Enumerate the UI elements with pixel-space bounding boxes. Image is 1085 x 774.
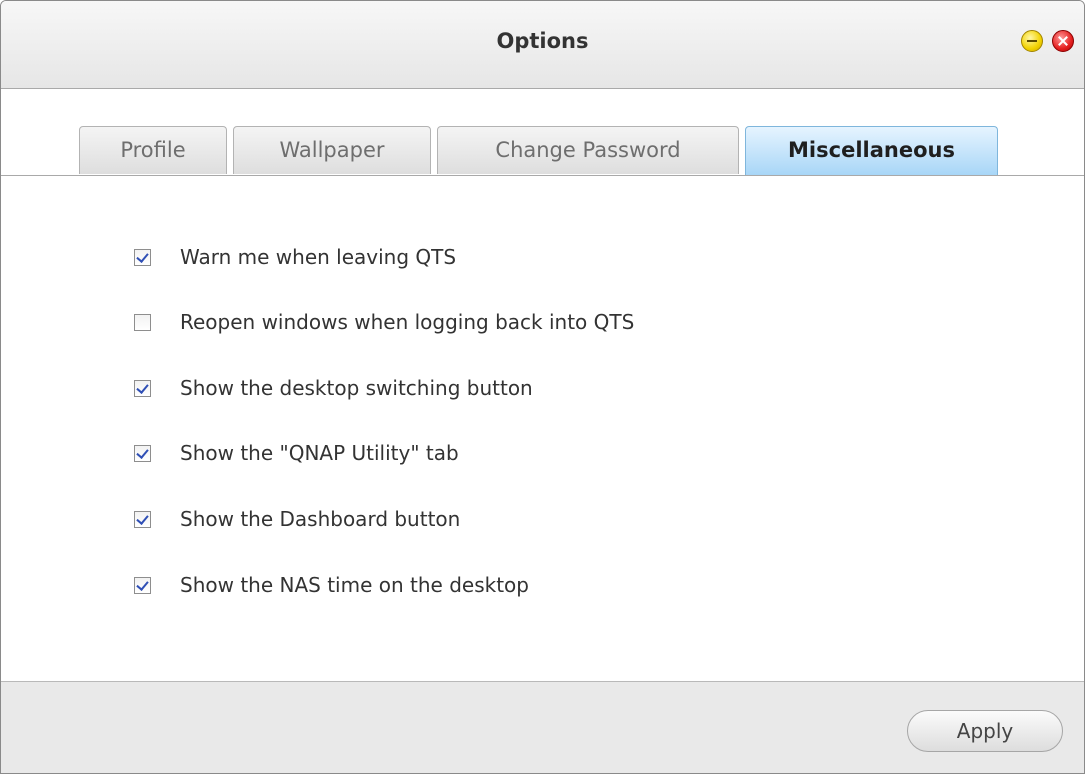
nas-time-checkbox[interactable] [134,576,151,594]
reopen-windows-checkbox[interactable] [134,313,151,331]
tab-profile[interactable]: Profile [79,126,227,174]
option-desktop-switching[interactable]: Show the desktop switching button [134,373,533,403]
qnap-utility-checkbox[interactable] [134,444,151,462]
warn-leaving-checkbox[interactable] [134,248,151,266]
nas-time-label: Show the NAS time on the desktop [180,573,529,597]
tab-change-password[interactable]: Change Password [437,126,739,174]
option-nas-time[interactable]: Show the NAS time on the desktop [134,570,529,600]
option-dashboard-button[interactable]: Show the Dashboard button [134,504,460,534]
minimize-icon[interactable] [1021,30,1043,52]
dashboard-button-checkbox[interactable] [134,510,151,528]
warn-leaving-label: Warn me when leaving QTS [180,245,457,269]
window-title: Options [496,29,589,53]
option-qnap-utility[interactable]: Show the "QNAP Utility" tab [134,438,459,468]
tab-wallpaper[interactable]: Wallpaper [233,126,431,174]
desktop-switching-label: Show the desktop switching button [180,376,533,400]
footer-bar: Apply [1,681,1084,773]
tab-miscellaneous[interactable]: Miscellaneous [745,126,998,175]
desktop-switching-checkbox[interactable] [134,379,151,397]
reopen-windows-label: Reopen windows when logging back into QT… [180,310,635,334]
close-icon[interactable] [1052,30,1074,52]
tab-strip: Profile Wallpaper Change Password Miscel… [1,89,1084,176]
miscellaneous-panel: Warn me when leaving QTS Reopen windows … [1,176,1084,681]
qnap-utility-label: Show the "QNAP Utility" tab [180,441,459,465]
dashboard-button-label: Show the Dashboard button [180,507,461,531]
title-bar[interactable]: Options [1,1,1084,89]
apply-button[interactable]: Apply [907,710,1063,752]
option-warn-leaving[interactable]: Warn me when leaving QTS [134,242,456,272]
options-window: Options Profile Wallpaper Change Passwor… [0,0,1085,774]
option-reopen-windows[interactable]: Reopen windows when logging back into QT… [134,307,634,337]
